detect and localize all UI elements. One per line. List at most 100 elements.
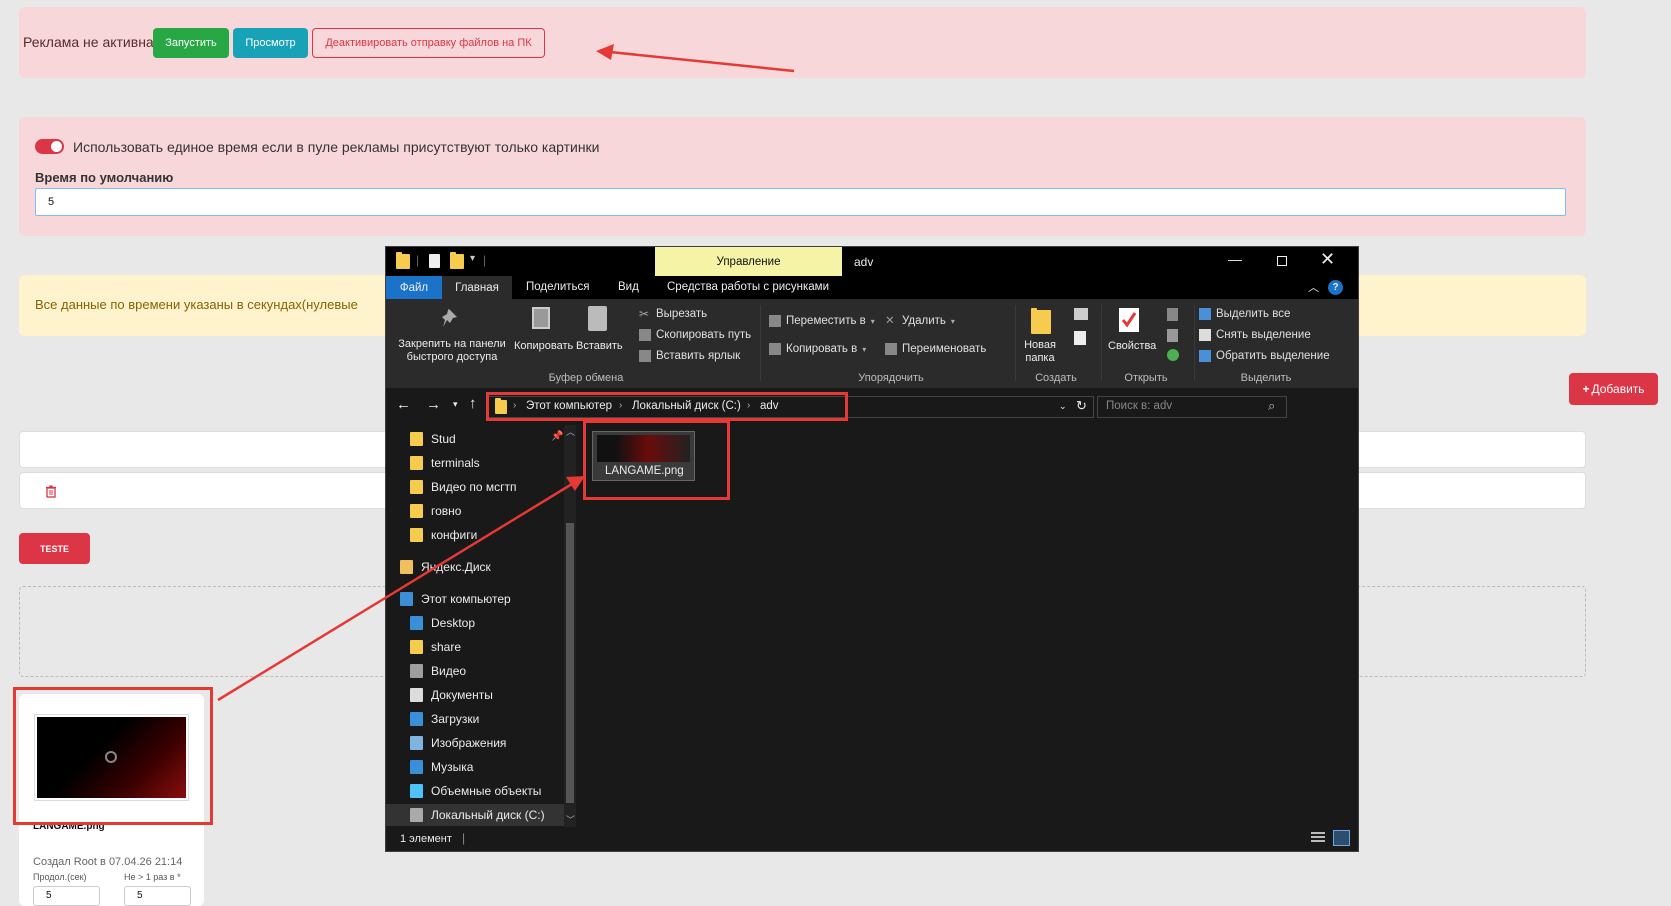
paste-button[interactable]: Вставить <box>576 340 623 352</box>
nav-item-configs[interactable]: конфиги <box>410 524 477 546</box>
status-item-count: 1 элемент <box>400 833 452 845</box>
rename-button[interactable]: Переименовать <box>885 343 986 355</box>
search-box[interactable]: Поиск в: adv ⌕ <box>1097 396 1287 418</box>
maximize-icon[interactable] <box>1277 256 1287 266</box>
recent-dropdown-icon[interactable]: ▾ <box>453 399 458 410</box>
nav-item-downloads[interactable]: Загрузки <box>410 708 479 730</box>
nav-item-label: Desktop <box>431 616 476 630</box>
delete-x-icon: ✕ <box>885 315 895 327</box>
nav-item-govno[interactable]: говно <box>410 500 461 522</box>
tab-file-label: Файл <box>399 281 429 294</box>
scroll-up-icon[interactable]: ︿ <box>566 425 575 438</box>
tab-share[interactable]: Поделиться <box>526 281 590 293</box>
teste-button[interactable]: TESTE <box>19 533 90 564</box>
select-all-icon <box>1199 308 1211 320</box>
large-icons-view-icon[interactable] <box>1333 830 1350 846</box>
drive-icon <box>410 808 423 822</box>
nav-item-yandex-disk[interactable]: Яндекс.Диск <box>400 556 491 578</box>
select-all-label: Выделить все <box>1216 308 1291 320</box>
nav-item-video-msgtp[interactable]: Видео по мсгтп <box>410 476 517 498</box>
properties-button[interactable]: Свойства <box>1108 340 1156 352</box>
cut-label: Вырезать <box>656 308 708 320</box>
pictures-icon <box>410 736 423 750</box>
open-icon[interactable] <box>1167 308 1178 321</box>
select-none-icon <box>1199 329 1211 341</box>
paste-shortcut-button[interactable]: Вставить ярлык <box>639 350 740 362</box>
tab-view[interactable]: Вид <box>618 281 639 293</box>
select-none-button[interactable]: Снять выделение <box>1199 329 1311 341</box>
folder-icon <box>396 252 410 269</box>
properties-quick-icon[interactable] <box>429 254 440 268</box>
copy-path-button[interactable]: Скопировать путь <box>639 329 751 341</box>
move-to-icon <box>769 315 781 327</box>
chevron-down-icon: ▾ <box>950 316 955 326</box>
nav-scrollbar[interactable]: ︿ ﹀ <box>564 425 576 827</box>
nav-item-stud[interactable]: Stud <box>410 428 456 450</box>
scroll-down-icon[interactable]: ﹀ <box>566 813 575 826</box>
3d-objects-icon <box>410 784 423 798</box>
refresh-icon[interactable]: ↻ <box>1076 398 1087 414</box>
add-button[interactable]: + Добавить <box>1569 373 1658 405</box>
invert-selection-button[interactable]: Обратить выделение <box>1199 350 1330 362</box>
separator-icon: | <box>483 253 487 267</box>
nav-item-share[interactable]: share <box>410 636 461 658</box>
nav-item-local-disk[interactable]: Локальный диск (C:) <box>386 804 564 826</box>
details-view-icon[interactable] <box>1311 832 1325 844</box>
forward-icon[interactable]: → <box>426 396 441 413</box>
folder-icon <box>410 528 423 542</box>
chevron-down-icon: ▾ <box>870 316 875 326</box>
explorer-window: | ▾ | Управление adv — ✕ Файл Главная По… <box>385 246 1359 852</box>
nav-item-videos[interactable]: Видео <box>410 660 466 682</box>
nav-item-3d-objects[interactable]: Объемные объекты <box>410 780 541 802</box>
collapse-ribbon-icon[interactable]: ︿ <box>1308 279 1319 295</box>
trash-icon[interactable] <box>45 485 57 498</box>
music-icon <box>410 760 423 774</box>
copy-to-icon <box>769 343 781 355</box>
tab-home-label: Главная <box>455 281 499 294</box>
copy-button[interactable]: Копировать <box>514 340 573 352</box>
nav-item-label: говно <box>431 504 462 518</box>
new-folder-button[interactable]: Новая папка <box>1019 339 1061 365</box>
nav-item-desktop[interactable]: Desktop <box>410 612 475 634</box>
pin-quick-access-button[interactable]: Закрепить на панели быстрого доступа <box>392 338 512 364</box>
nav-item-label: Stud <box>431 432 456 446</box>
copy-path-icon <box>639 329 651 341</box>
default-time-input[interactable]: 5 <box>35 188 1566 216</box>
cut-button[interactable]: ✂ Вырезать <box>639 308 707 320</box>
minimize-icon[interactable]: — <box>1228 251 1242 267</box>
address-dropdown-icon[interactable]: ⌄ <box>1059 401 1067 412</box>
nav-item-terminals[interactable]: terminals <box>410 452 480 474</box>
tab-home[interactable]: Главная <box>442 276 512 299</box>
nav-item-this-pc[interactable]: Этот компьютер <box>400 588 511 610</box>
quick-access-dropdown-icon[interactable]: ▾ <box>470 253 475 264</box>
frequency-input[interactable]: 5 <box>124 886 191 906</box>
help-icon[interactable]: ? <box>1328 280 1343 295</box>
history-icon[interactable] <box>1167 349 1179 361</box>
uniform-time-toggle[interactable] <box>35 139 64 154</box>
back-icon[interactable]: ← <box>396 396 411 413</box>
new-folder-quick-icon[interactable] <box>450 252 464 269</box>
scrollbar-thumb[interactable] <box>566 523 574 803</box>
duration-input[interactable]: 5 <box>33 886 100 906</box>
group-clipboard-label: Буфер обмена <box>548 372 624 384</box>
easy-access-icon[interactable] <box>1074 331 1086 345</box>
delete-label: Удалить <box>902 315 946 327</box>
context-tab-manage[interactable]: Управление <box>655 247 842 276</box>
tab-picture-tools[interactable]: Средства работы с рисунками <box>667 281 829 293</box>
edit-icon[interactable] <box>1167 329 1178 342</box>
select-all-button[interactable]: Выделить все <box>1199 308 1290 320</box>
paste-shortcut-label: Вставить ярлык <box>656 350 741 362</box>
nav-item-pictures[interactable]: Изображения <box>410 732 506 754</box>
nav-item-label: Объемные объекты <box>431 784 542 798</box>
up-icon[interactable]: ↑ <box>469 395 477 412</box>
copy-to-button[interactable]: Копировать в ▾ <box>769 343 866 355</box>
new-item-icon[interactable] <box>1074 308 1088 320</box>
tab-file[interactable]: Файл <box>386 276 442 299</box>
delete-button[interactable]: ✕ Удалить ▾ <box>885 315 955 327</box>
nav-item-music[interactable]: Музыка <box>410 756 473 778</box>
nav-item-documents[interactable]: Документы <box>410 684 493 706</box>
close-icon[interactable]: ✕ <box>1320 249 1335 270</box>
move-to-button[interactable]: Переместить в ▾ <box>769 315 875 327</box>
frequency-label: Не > 1 раз в * <box>124 872 181 882</box>
pin-icon[interactable]: 📌 <box>551 431 563 442</box>
